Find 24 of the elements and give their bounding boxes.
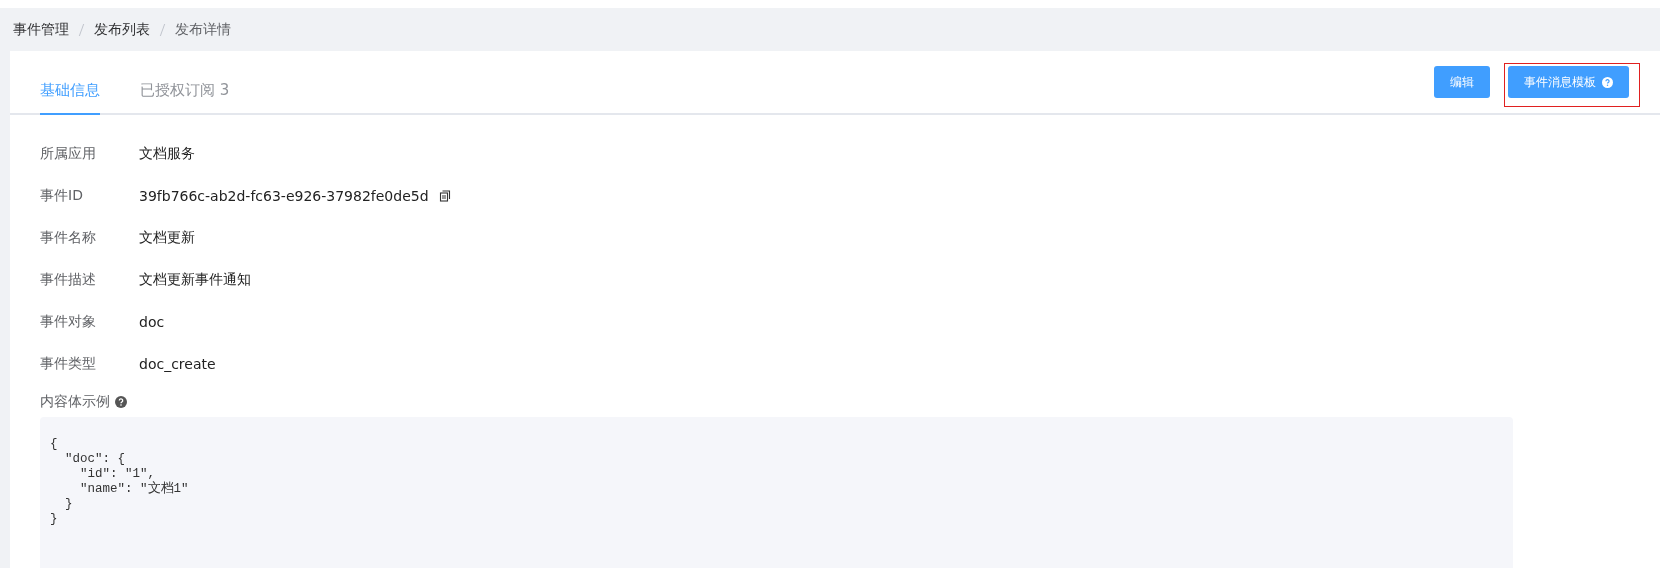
action-button[interactable]: 事件消息模板 — [1508, 66, 1629, 98]
tab[interactable]: 已授权订阅 3 — [140, 81, 230, 115]
section-label: 内容体示例 — [40, 393, 110, 411]
field-value: 文档更新事件通知 — [139, 271, 251, 289]
action-button[interactable]: 编辑 — [1434, 66, 1490, 98]
field-value: 39fb766c-ab2d-fc63-e926-37982fe0de5d — [139, 188, 429, 204]
field-label: 事件描述 — [40, 271, 97, 289]
field-label: 事件类型 — [40, 355, 97, 373]
field-label: 事件ID — [40, 187, 84, 205]
code-text: { "doc": { "id": "1", "name": "文档1" } } — [50, 437, 190, 527]
help-icon — [1602, 76, 1613, 88]
copy-icon[interactable] — [438, 190, 451, 202]
field-value: 文档更新 — [139, 229, 195, 247]
help-icon — [115, 396, 127, 408]
field-value: doc_create — [139, 356, 216, 372]
field-label: 所属应用 — [40, 145, 97, 163]
tab[interactable]: 基础信息 — [40, 81, 100, 115]
breadcrumb-link[interactable]: 事件管理 — [13, 20, 69, 39]
breadcrumb-link[interactable]: 发布详情 — [175, 20, 231, 39]
field-value: doc — [139, 314, 165, 330]
field-value: 文档服务 — [139, 145, 195, 163]
field-label: 事件对象 — [40, 313, 97, 331]
field-label: 事件名称 — [40, 229, 97, 247]
breadcrumb-link[interactable]: 发布列表 — [94, 20, 150, 39]
